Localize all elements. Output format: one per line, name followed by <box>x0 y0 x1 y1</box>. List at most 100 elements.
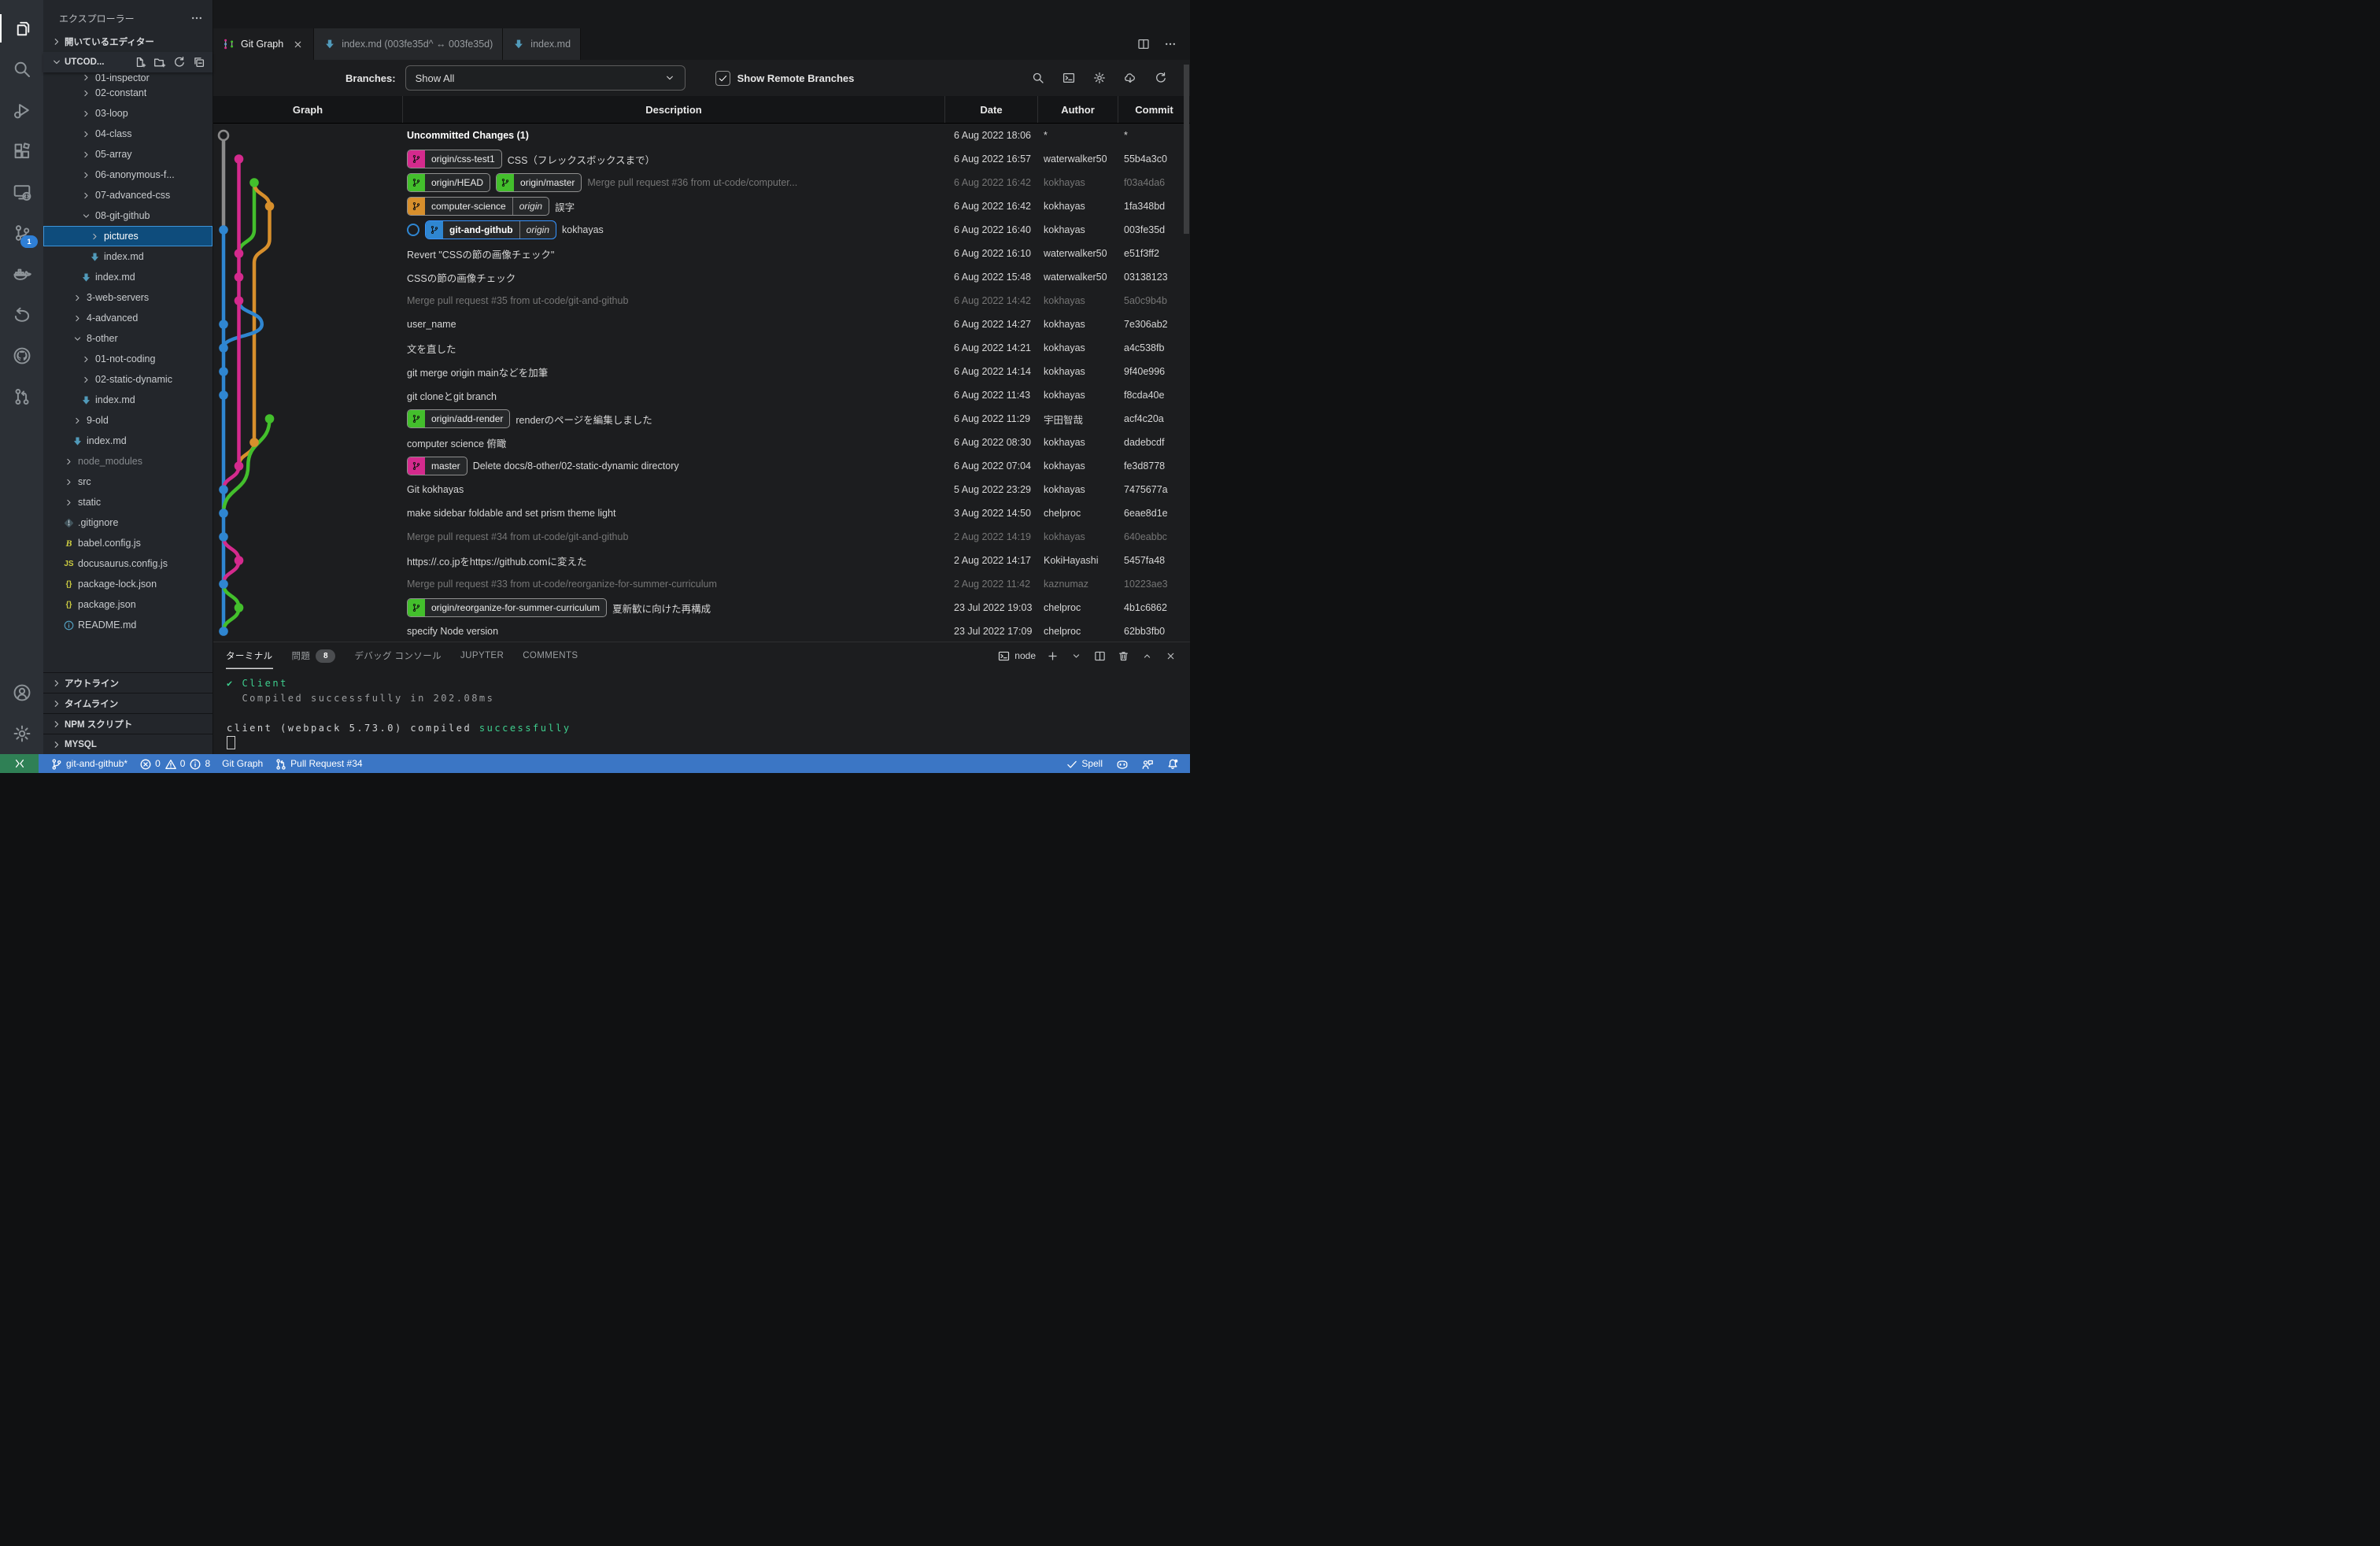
project-section-header[interactable]: UTCOD... <box>43 52 213 72</box>
activity-github-pull-requests[interactable] <box>0 376 43 417</box>
panel-tab-デバッグ コンソール[interactable]: デバッグ コンソール <box>354 642 442 669</box>
terminal-shell[interactable]: node <box>998 650 1036 662</box>
activity-accounts[interactable] <box>0 672 43 713</box>
tree-file-docusaurus.config.js[interactable]: JSdocusaurus.config.js <box>43 553 213 574</box>
activity-run-and-debug[interactable] <box>0 90 43 131</box>
commit-row[interactable]: git-and-githuboriginkokhayas6 Aug 2022 1… <box>213 218 1190 242</box>
branch-badge-origin/css-test1[interactable]: origin/css-test1 <box>407 150 502 168</box>
activity-extensions[interactable] <box>0 131 43 172</box>
commit-row[interactable]: git cloneとgit branch6 Aug 2022 11:43kokh… <box>213 383 1190 407</box>
section-アウトライン[interactable]: アウトライン <box>43 672 213 693</box>
branch-badge-origin/master[interactable]: origin/master <box>496 173 582 192</box>
tree-folder-01-not-coding[interactable]: 01-not-coding <box>43 349 213 369</box>
commit-row[interactable]: git merge origin mainなどを加筆6 Aug 2022 14:… <box>213 360 1190 383</box>
section-NPM スクリプト[interactable]: NPM スクリプト <box>43 713 213 734</box>
commit-row[interactable]: computer-scienceorigin誤字6 Aug 2022 16:42… <box>213 194 1190 218</box>
activity-remote-explorer[interactable] <box>0 172 43 213</box>
tree-folder-05-array[interactable]: 05-array <box>43 144 213 165</box>
open-editors-section[interactable]: 開いているエディター <box>43 31 213 52</box>
fetch-remote-icon[interactable] <box>1123 71 1137 85</box>
activity-github[interactable] <box>0 335 43 376</box>
close-icon[interactable] <box>292 39 304 50</box>
more-actions-icon[interactable] <box>190 12 203 24</box>
tree-file-index.md[interactable]: index.md <box>43 431 213 451</box>
maximize-panel-icon[interactable] <box>1140 649 1154 663</box>
column-header-graph[interactable]: Graph <box>213 96 402 123</box>
more-actions-icon[interactable] <box>1163 37 1177 51</box>
activity-search[interactable] <box>0 49 43 90</box>
tab-Git Graph[interactable]: Git Graph <box>213 28 314 60</box>
branch-badge-master[interactable]: master <box>407 457 468 475</box>
commit-row[interactable]: https://.co.jpをhttps://github.comに変えた2 A… <box>213 549 1190 572</box>
branch-badge-origin/HEAD[interactable]: origin/HEAD <box>407 173 490 192</box>
tree-folder-08-git-github[interactable]: 08-git-github <box>43 205 213 226</box>
tree-folder-04-class[interactable]: 04-class <box>43 124 213 144</box>
commit-row[interactable]: Merge pull request #33 from ut-code/reor… <box>213 572 1190 596</box>
activity-manage[interactable] <box>0 713 43 754</box>
tree-folder-8-other[interactable]: 8-other <box>43 328 213 349</box>
status-feedback[interactable] <box>1141 758 1153 770</box>
commit-row[interactable]: Merge pull request #35 from ut-code/git-… <box>213 289 1190 313</box>
commit-row[interactable]: masterDelete docs/8-other/02-static-dyna… <box>213 454 1190 478</box>
refresh-explorer-icon[interactable] <box>173 56 186 68</box>
terminal-icon[interactable] <box>1062 71 1076 85</box>
status-branch[interactable]: git-and-github* <box>50 758 128 770</box>
tree-folder-3-web-servers[interactable]: 3-web-servers <box>43 287 213 308</box>
activity-source-control[interactable]: 1 <box>0 213 43 253</box>
commit-row[interactable]: origin/HEADorigin/masterMerge pull reque… <box>213 171 1190 194</box>
tree-file-package-lock.json[interactable]: {}package-lock.json <box>43 574 213 594</box>
new-file-icon[interactable] <box>134 56 146 68</box>
editor-scrollbar[interactable] <box>1184 65 1189 234</box>
commit-row[interactable]: Uncommitted Changes (1)6 Aug 2022 18:06*… <box>213 124 1190 147</box>
commit-row[interactable]: make sidebar foldable and set prism them… <box>213 501 1190 525</box>
commit-row[interactable]: user_name6 Aug 2022 14:27kokhayas7e306ab… <box>213 313 1190 336</box>
section-タイムライン[interactable]: タイムライン <box>43 693 213 713</box>
collapse-all-icon[interactable] <box>193 56 205 68</box>
tree-folder-03-loop[interactable]: 03-loop <box>43 103 213 124</box>
status-spell[interactable]: Spell <box>1066 758 1103 770</box>
show-remote-branches-checkbox[interactable] <box>715 71 730 86</box>
kill-terminal-icon[interactable] <box>1117 649 1130 663</box>
search-icon[interactable] <box>1031 71 1045 85</box>
status-copilot[interactable] <box>1116 758 1128 770</box>
tree-folder-static[interactable]: static <box>43 492 213 512</box>
tree-folder-06-anonymous-f...[interactable]: 06-anonymous-f... <box>43 165 213 185</box>
close-panel-icon[interactable] <box>1164 649 1177 663</box>
tree-file-index.md[interactable]: index.md <box>43 267 213 287</box>
panel-tab-問題[interactable]: 問題8 <box>292 642 336 669</box>
tree-folder-02-constant[interactable]: 02-constant <box>43 83 213 103</box>
activity-docker[interactable] <box>0 253 43 294</box>
status-problems[interactable]: 0 0 8 <box>139 758 210 770</box>
panel-tab-JUPYTER[interactable]: JUPYTER <box>460 642 504 669</box>
commit-row[interactable]: Merge pull request #34 from ut-code/git-… <box>213 525 1190 549</box>
activity-live-share[interactable] <box>0 294 43 335</box>
tree-file-index.md[interactable]: index.md <box>43 246 213 267</box>
section-MYSQL[interactable]: MYSQL <box>43 734 213 754</box>
tree-file-.gitignore[interactable]: .gitignore <box>43 512 213 533</box>
branch-badge-computer-science[interactable]: computer-scienceorigin <box>407 197 549 216</box>
commit-row[interactable]: specify Node version23 Jul 2022 17:09che… <box>213 620 1190 642</box>
tree-file-babel.config.js[interactable]: Bbabel.config.js <box>43 533 213 553</box>
tab-index.md[interactable]: index.md <box>503 28 581 60</box>
split-editor-icon[interactable] <box>1136 37 1151 51</box>
status-notifications[interactable] <box>1166 758 1178 770</box>
commit-row[interactable]: origin/css-test1CSS（フレックスボックスまで）6 Aug 20… <box>213 147 1190 171</box>
terminal-output[interactable]: ✔ Client Compiled successfully in 202.08… <box>213 669 1190 752</box>
column-header-description[interactable]: Description <box>402 96 944 123</box>
tree-file-README.md[interactable]: README.md <box>43 615 213 635</box>
tree-folder-07-advanced-css[interactable]: 07-advanced-css <box>43 185 213 205</box>
status-git-graph[interactable]: Git Graph <box>222 758 263 769</box>
tree-folder-pictures[interactable]: pictures <box>43 226 213 246</box>
tree-file-index.md[interactable]: index.md <box>43 390 213 410</box>
new-terminal-icon[interactable] <box>1046 649 1059 663</box>
commit-row[interactable]: 文を直した6 Aug 2022 14:21kokhayasa4c538fb <box>213 336 1190 360</box>
tree-folder-node_modules[interactable]: node_modules <box>43 451 213 472</box>
branch-badge-git-and-github[interactable]: git-and-githuborigin <box>425 220 556 239</box>
tree-file-package.json[interactable]: {}package.json <box>43 594 213 615</box>
commit-row[interactable]: CSSの節の画像チェック6 Aug 2022 15:48waterwalker5… <box>213 265 1190 289</box>
commit-row[interactable]: computer science 俯瞰6 Aug 2022 08:30kokha… <box>213 431 1190 454</box>
commit-row[interactable]: Revert "CSSの節の画像チェック"6 Aug 2022 16:10wat… <box>213 242 1190 265</box>
branch-badge-origin/reorganize-for-summer-curriculum[interactable]: origin/reorganize-for-summer-curriculum <box>407 598 607 617</box>
status-pull-request[interactable]: Pull Request #34 <box>275 758 362 770</box>
branches-dropdown[interactable]: Show All <box>405 65 686 91</box>
